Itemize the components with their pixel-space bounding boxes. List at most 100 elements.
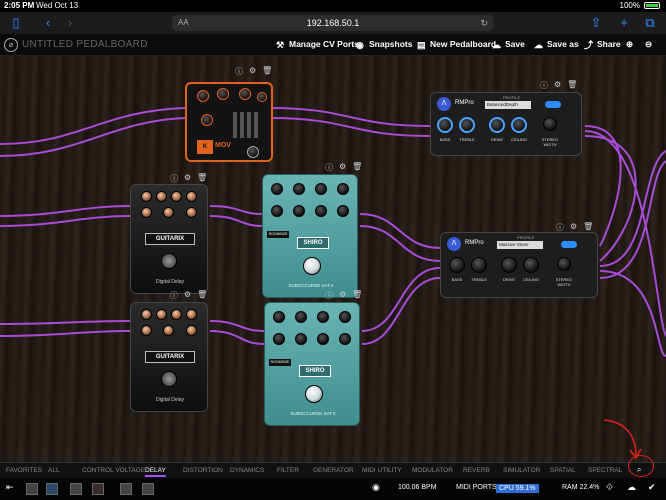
- bass-knob[interactable]: [437, 117, 453, 133]
- pedalboard-canvas[interactable]: ⓘ ⚙ 🗑 K MOV ⓘ ⚙ 🗑 Λ RMPro PROFILE BalancedDe…: [0, 56, 666, 462]
- tabs-icon[interactable]: ⧉: [642, 15, 658, 31]
- footswitch[interactable]: [305, 385, 323, 403]
- plugin-thumbnail[interactable]: [120, 483, 132, 495]
- treble-knob[interactable]: [471, 257, 487, 273]
- footswitch[interactable]: [303, 257, 321, 275]
- share-button[interactable]: ⤴ Share: [584, 39, 621, 50]
- reload-icon[interactable]: ↻: [480, 15, 488, 31]
- link-icon[interactable]: ⟐: [606, 482, 613, 493]
- shiro-knob[interactable]: [315, 183, 327, 195]
- info-icon[interactable]: ⓘ: [235, 66, 243, 77]
- rmpro-mid-pedal[interactable]: Λ RMPro PROFILE Massive Stone BASS TREBL…: [440, 232, 598, 298]
- delay-knob[interactable]: [186, 207, 197, 218]
- treble-knob[interactable]: [459, 117, 475, 133]
- bpm-readout[interactable]: 100.06 BPM: [398, 484, 437, 491]
- power-toggle[interactable]: [545, 101, 561, 108]
- drive-knob[interactable]: [489, 117, 505, 133]
- zoom-in-icon[interactable]: ⊕: [626, 39, 633, 50]
- snapshots-button[interactable]: ◉ Snapshots: [356, 39, 412, 50]
- delay-knob[interactable]: [163, 325, 174, 336]
- tab-filter[interactable]: FILTER: [277, 467, 299, 474]
- kmov-sliders[interactable]: [233, 112, 263, 140]
- gear-icon[interactable]: ⚙: [554, 80, 561, 91]
- stereo-width-knob[interactable]: [543, 117, 557, 131]
- info-icon[interactable]: ⓘ: [540, 80, 548, 91]
- tab-delay[interactable]: DELAY: [145, 467, 166, 477]
- trash-icon[interactable]: 🗑: [352, 162, 362, 173]
- save-button[interactable]: ☁ Save: [492, 39, 525, 50]
- shiro-knob[interactable]: [317, 311, 329, 323]
- shiro-knob[interactable]: [339, 333, 351, 345]
- shiro-knob[interactable]: [271, 183, 283, 195]
- delay-knob[interactable]: [171, 191, 182, 202]
- gear-icon[interactable]: ⚙: [184, 173, 191, 184]
- gear-icon[interactable]: ⚙: [339, 162, 346, 173]
- delay-knob[interactable]: [186, 325, 197, 336]
- plugin-thumbnail[interactable]: [26, 483, 38, 495]
- plugin-thumbnail[interactable]: [92, 483, 104, 495]
- delay-knob[interactable]: [141, 207, 152, 218]
- tab-generator[interactable]: GENERATOR: [313, 467, 354, 474]
- settings-icon[interactable]: ✔: [648, 482, 656, 493]
- trash-icon[interactable]: 🗑: [197, 290, 207, 301]
- new-tab-icon[interactable]: +: [616, 15, 632, 31]
- tab-spatial[interactable]: SPATIAL: [550, 467, 576, 474]
- shiro-knob[interactable]: [295, 311, 307, 323]
- shiro-knob[interactable]: [337, 205, 349, 217]
- bass-knob[interactable]: [449, 257, 465, 273]
- mod-logo-icon[interactable]: ⌀: [4, 38, 18, 52]
- shiro-knob[interactable]: [293, 183, 305, 195]
- delay-knob[interactable]: [186, 309, 197, 320]
- trash-icon[interactable]: 🗑: [567, 80, 577, 91]
- transport-icon[interactable]: ◉: [372, 482, 380, 493]
- delay-knob[interactable]: [141, 325, 152, 336]
- tab-midi-utility[interactable]: MIDI UTILITY: [362, 467, 402, 474]
- delay-knob[interactable]: [163, 207, 174, 218]
- delay-knob[interactable]: [141, 191, 152, 202]
- tab-favorites[interactable]: FAVORITES: [6, 467, 42, 474]
- footswitch[interactable]: [161, 253, 177, 269]
- trash-icon[interactable]: 🗑: [197, 173, 207, 184]
- shiro-1-pedal[interactable]: ROOMSIZE SHIRO SUBOCCURSE SAT II: [262, 174, 358, 298]
- roomsize-button[interactable]: ROOMSIZE: [267, 231, 289, 238]
- kmov-knob[interactable]: [201, 114, 213, 126]
- zoom-out-icon[interactable]: ⊖: [645, 39, 652, 50]
- shiro-2-pedal[interactable]: ROOMSIZE SHIRO SUBOCCURSE SAT II: [264, 302, 360, 426]
- shiro-knob[interactable]: [273, 333, 285, 345]
- shiro-knob[interactable]: [273, 311, 285, 323]
- plugin-thumbnail[interactable]: [142, 483, 154, 495]
- footswitch[interactable]: [161, 371, 177, 387]
- kmov-footswitch[interactable]: [247, 146, 259, 158]
- stereo-width-knob[interactable]: [557, 257, 571, 271]
- info-icon[interactable]: ⓘ: [325, 162, 333, 173]
- guitarix-1-pedal[interactable]: GUITARIX Digital Delay: [130, 184, 208, 294]
- roomsize-button[interactable]: ROOMSIZE: [269, 359, 291, 366]
- shiro-knob[interactable]: [271, 205, 283, 217]
- plugin-thumbnail[interactable]: [70, 483, 82, 495]
- delay-knob[interactable]: [171, 309, 182, 320]
- rmpro-top-pedal[interactable]: Λ RMPro PROFILE BalancedDepth BASS TREBL…: [430, 92, 582, 156]
- tab-control-voltage[interactable]: CONTROL VOLTAGE: [82, 467, 145, 474]
- tab-distortion[interactable]: DISTORTION: [183, 467, 223, 474]
- tab-modulator[interactable]: MODULATOR: [412, 467, 453, 474]
- kmov-knob[interactable]: [257, 92, 267, 102]
- info-icon[interactable]: ⓘ: [325, 290, 333, 301]
- gear-icon[interactable]: ⚙: [249, 66, 256, 77]
- tab-simulator[interactable]: SIMULATOR: [503, 467, 540, 474]
- info-icon[interactable]: ⓘ: [170, 290, 178, 301]
- ceiling-knob[interactable]: [511, 117, 527, 133]
- sidebar-icon[interactable]: ▯: [8, 15, 24, 31]
- delay-knob[interactable]: [141, 309, 152, 320]
- trash-icon[interactable]: 🗑: [262, 66, 272, 77]
- plugin-thumbnail[interactable]: [46, 483, 58, 495]
- delay-knob[interactable]: [156, 191, 167, 202]
- forward-icon[interactable]: ›: [62, 15, 78, 31]
- url-field[interactable]: AA 192.168.50.1 ↻: [172, 15, 494, 31]
- scroll-left-icon[interactable]: ⇤: [6, 482, 14, 493]
- share-icon[interactable]: ⇪: [588, 15, 604, 31]
- cloud-icon[interactable]: ☁: [627, 482, 636, 493]
- tab-all[interactable]: ALL: [48, 467, 60, 474]
- gear-icon[interactable]: ⚙: [339, 290, 346, 301]
- gear-icon[interactable]: ⚙: [184, 290, 191, 301]
- shiro-knob[interactable]: [339, 311, 351, 323]
